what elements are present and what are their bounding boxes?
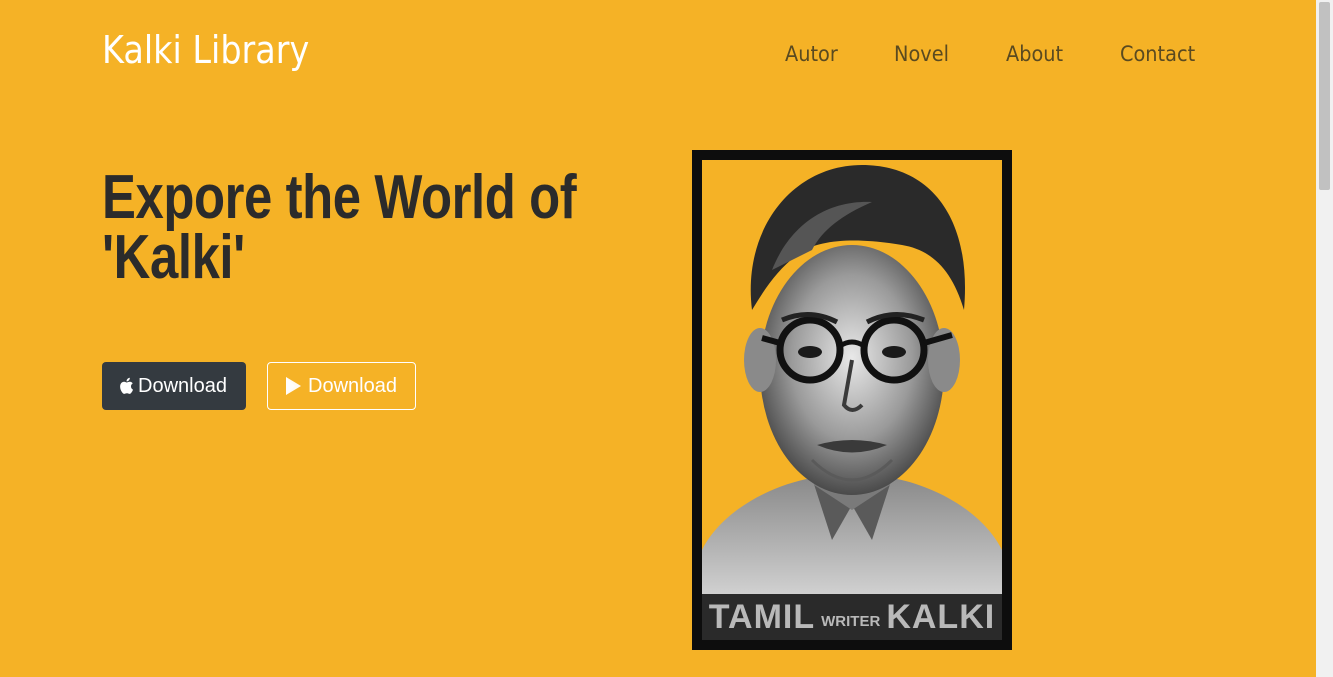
nav-link-novel[interactable]: Novel [894,42,949,66]
nav-link-contact[interactable]: Contact [1120,42,1195,66]
apple-icon [118,377,134,395]
vertical-scrollbar[interactable] [1316,0,1333,677]
apple-download-button[interactable]: Download [102,362,246,410]
scrollbar-thumb[interactable] [1319,2,1330,190]
kalki-portrait-image: TAMIL WRITER KALKI [692,150,1012,650]
portrait-sketch [702,165,1002,594]
hero-title: Expore the World of 'Kalki' [102,163,577,292]
caption-writer: WRITER [821,612,881,630]
main-nav: Autor Novel About Contact [785,42,1202,66]
portrait-artwork: TAMIL WRITER KALKI [702,160,1002,640]
play-store-download-label: Download [308,374,397,397]
play-store-download-button[interactable]: Download [267,362,416,410]
caption-kalki: KALKI [886,597,996,636]
portrait-caption: TAMIL WRITER KALKI [702,594,1002,640]
nav-link-autor[interactable]: Autor [785,42,838,66]
caption-tamil: TAMIL [708,597,816,636]
hero-title-line-2: 'Kalki' [102,223,245,292]
apple-download-label: Download [138,374,227,397]
page: Kalki Library Autor Novel About Contact … [0,0,1316,677]
brand-logo[interactable]: Kalki Library [102,28,309,72]
hero-title-line-1: Expore the World of [102,163,577,232]
nav-link-about[interactable]: About [1006,42,1063,66]
play-store-icon [284,376,304,396]
